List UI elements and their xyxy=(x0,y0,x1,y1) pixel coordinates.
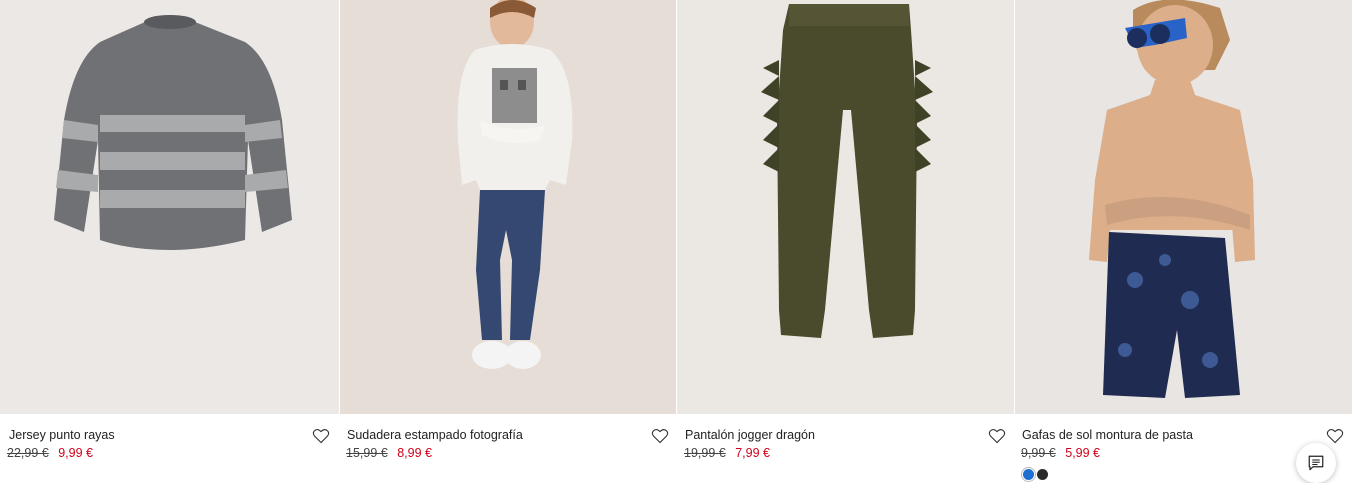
product-name[interactable]: Sudadera estampado fotografía xyxy=(347,428,523,442)
product-image[interactable] xyxy=(1015,0,1352,414)
chat-button[interactable] xyxy=(1296,443,1336,483)
color-swatches xyxy=(1023,469,1048,480)
dragon-jogger-pants-photo xyxy=(677,0,1014,414)
heart-icon[interactable] xyxy=(1326,428,1344,444)
heart-icon[interactable] xyxy=(312,428,330,444)
product-price: 19,99 € 7,99 € xyxy=(684,446,770,460)
color-swatch-blue[interactable] xyxy=(1023,469,1034,480)
striped-sweater-photo xyxy=(0,0,339,414)
product-image[interactable] xyxy=(340,0,676,414)
product-image[interactable] xyxy=(677,0,1014,414)
sale-price: 7,99 € xyxy=(735,446,770,460)
product-price: 9,99 € 5,99 € xyxy=(1021,446,1100,460)
original-price: 22,99 € xyxy=(7,446,49,460)
original-price: 19,99 € xyxy=(684,446,726,460)
product-card[interactable]: Gafas de sol montura de pasta 9,99 € 5,9… xyxy=(1015,0,1352,483)
original-price: 15,99 € xyxy=(346,446,388,460)
product-card[interactable]: Sudadera estampado fotografía 15,99 € 8,… xyxy=(340,0,676,483)
product-card[interactable]: Pantalón jogger dragón 19,99 € 7,99 € xyxy=(677,0,1014,483)
product-card[interactable]: Jersey punto rayas 22,99 € 9,99 € xyxy=(0,0,339,483)
chat-icon xyxy=(1308,455,1324,471)
sale-price: 8,99 € xyxy=(397,446,432,460)
heart-icon[interactable] xyxy=(651,428,669,444)
product-name[interactable]: Pantalón jogger dragón xyxy=(685,428,815,442)
original-price: 9,99 € xyxy=(1021,446,1056,460)
sale-price: 9,99 € xyxy=(58,446,93,460)
product-name[interactable]: Gafas de sol montura de pasta xyxy=(1022,428,1193,442)
heart-icon[interactable] xyxy=(988,428,1006,444)
product-grid: Jersey punto rayas 22,99 € 9,99 € Sudade… xyxy=(0,0,1355,483)
boy-in-sweatshirt-photo xyxy=(340,0,676,414)
product-image[interactable] xyxy=(0,0,339,414)
product-name[interactable]: Jersey punto rayas xyxy=(9,428,115,442)
product-price: 15,99 € 8,99 € xyxy=(346,446,432,460)
color-swatch-black[interactable] xyxy=(1037,469,1048,480)
product-price: 22,99 € 9,99 € xyxy=(7,446,93,460)
boy-with-sunglasses-photo xyxy=(1015,0,1352,414)
sale-price: 5,99 € xyxy=(1065,446,1101,460)
